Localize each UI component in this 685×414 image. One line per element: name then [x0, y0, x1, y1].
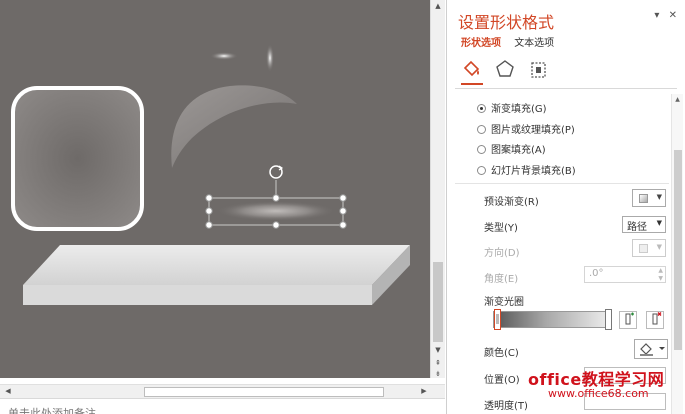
radio-label: 图案填充(A)	[491, 145, 546, 156]
angle-input[interactable]: .0° ▲ ▼	[584, 266, 666, 283]
color-label: 颜色(C)	[484, 348, 519, 359]
highlight-vertical-shape	[266, 44, 274, 72]
angle-label: 角度(E)	[484, 274, 519, 285]
chevron-down-icon: ▼	[656, 219, 662, 227]
radio-slide-background-fill[interactable]: 幻灯片背景填充(B)	[477, 162, 576, 177]
spin-icon[interactable]: ▲ ▼	[658, 267, 663, 283]
slide-shapes	[11, 44, 410, 305]
gradient-stop[interactable]	[605, 309, 612, 330]
format-shape-pane: 设置形状格式 ▾ ✕ 形状选项 文本选项 ▲ 渐变填充(G) 图片或纹理填充(P…	[446, 0, 685, 414]
scroll-up-arrow-icon[interactable]: ▲	[431, 0, 445, 12]
fill-line-icon[interactable]	[461, 58, 483, 80]
slab-top-face	[23, 245, 410, 285]
remove-gradient-stop-icon[interactable]	[646, 311, 664, 329]
scroll-left-arrow-icon[interactable]: ◀	[2, 385, 14, 398]
pane-options-icon[interactable]: ▾	[654, 10, 659, 21]
add-gradient-stop-icon[interactable]	[619, 311, 637, 329]
position-label: 位置(O)	[484, 375, 520, 386]
close-icon[interactable]: ✕	[669, 10, 677, 21]
canvas-horizontal-scrollbar[interactable]: ◀ ▶	[0, 384, 445, 398]
direction-label: 方向(D)	[484, 248, 520, 259]
notes-pane[interactable]: 单击此处添加备注	[0, 398, 445, 414]
slide-canvas[interactable]	[0, 0, 430, 378]
paint-bucket-icon	[640, 343, 665, 356]
tab-text-options[interactable]: 文本选项	[514, 38, 554, 49]
radio-picture-fill[interactable]: 图片或纹理填充(P)	[477, 121, 575, 136]
rotate-handle	[269, 165, 283, 179]
effects-icon[interactable]	[494, 58, 516, 80]
scroll-right-arrow-icon[interactable]: ▶	[418, 385, 430, 398]
type-value: 路径	[627, 222, 647, 233]
direction-dropdown[interactable]: ▼	[632, 239, 666, 257]
hscroll-thumb[interactable]	[144, 387, 384, 397]
canvas-vertical-scrollbar[interactable]: ▲ ▼ ⇞ ⇟	[430, 0, 445, 378]
gradient-stop-selected[interactable]	[494, 309, 501, 330]
gradient-stops-bar[interactable]	[493, 311, 611, 328]
preset-gradient-dropdown[interactable]: ▼	[632, 189, 666, 207]
pane-scroll-thumb[interactable]	[674, 150, 682, 350]
preset-gradient-label: 预设渐变(R)	[484, 197, 539, 208]
pane-controls: ▾ ✕	[648, 10, 677, 21]
color-picker-button[interactable]	[634, 339, 668, 359]
scroll-down-arrow-icon[interactable]: ▼	[431, 344, 445, 356]
notes-placeholder: 单击此处添加备注	[8, 407, 96, 414]
rounded-rectangle-shape	[11, 86, 144, 231]
transparency-label: 透明度(T)	[484, 401, 528, 412]
chevron-down-icon: ▼	[656, 243, 662, 251]
type-dropdown[interactable]: 路径 ▼	[622, 216, 666, 233]
pane-scrollbar[interactable]: ▲	[671, 94, 683, 414]
chevron-down-icon: ▼	[656, 193, 662, 201]
radio-gradient-fill[interactable]: 渐变填充(G)	[477, 100, 547, 115]
tab-shape-options[interactable]: 形状选项	[461, 38, 501, 49]
shadow-ellipse-shape	[216, 201, 336, 221]
radio-label: 幻灯片背景填充(B)	[491, 166, 576, 177]
pane-tabs: 形状选项 文本选项	[461, 34, 564, 49]
crescent-shape	[171, 85, 297, 168]
radio-label: 图片或纹理填充(P)	[491, 125, 575, 136]
pane-title: 设置形状格式	[458, 13, 555, 32]
angle-value: .0°	[589, 268, 604, 279]
pane-scroll-up-icon[interactable]: ▲	[672, 96, 683, 103]
next-slide-icon[interactable]: ⇟	[431, 368, 445, 380]
highlight-horizontal-shape	[210, 52, 238, 60]
scroll-thumb[interactable]	[433, 262, 443, 342]
watermark-url: www.office68.com	[548, 387, 649, 400]
size-properties-icon[interactable]	[527, 58, 549, 80]
type-label: 类型(Y)	[484, 223, 518, 234]
radio-label: 渐变填充(G)	[491, 104, 547, 115]
gradient-stops-label: 渐变光圈	[484, 297, 524, 308]
slab-front-face	[23, 285, 372, 305]
radio-pattern-fill[interactable]: 图案填充(A)	[477, 141, 546, 156]
